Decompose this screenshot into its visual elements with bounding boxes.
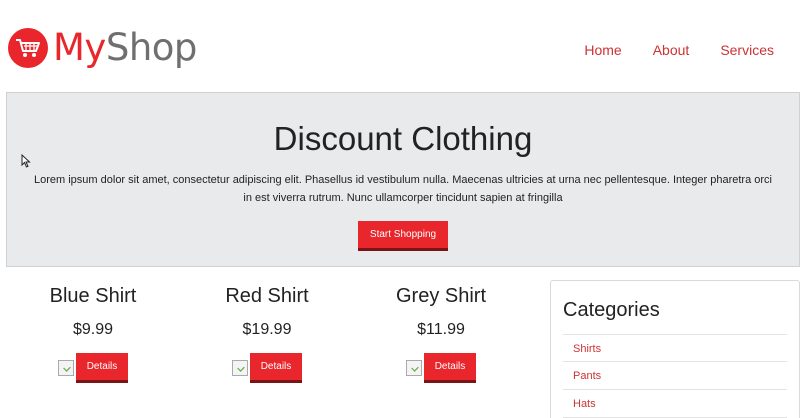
main-nav: Home About Services — [553, 42, 774, 58]
details-button[interactable]: Details — [76, 353, 128, 383]
product-name: Red Shirt — [225, 285, 309, 307]
categories-list: Shirts Pants Hats — [563, 334, 787, 418]
brand-name-shop: Shop — [105, 26, 198, 69]
product-price: $9.99 — [72, 321, 114, 338]
hero-description: Lorem ipsum dolor sit amet, consectetur … — [34, 174, 772, 204]
broken-image-icon — [406, 360, 422, 376]
broken-image-icon — [58, 360, 74, 376]
product-name: Blue Shirt — [49, 285, 137, 307]
site-header: MyShop Home About Services — [0, 0, 808, 92]
product-actions: Details — [361, 353, 521, 383]
shopping-cart-icon — [8, 28, 48, 68]
categories-title: Categories — [563, 299, 660, 321]
brand-name-my: My — [53, 26, 106, 69]
nav-services[interactable]: Services — [720, 42, 774, 58]
category-item-shirts[interactable]: Shirts — [563, 334, 787, 362]
hero-banner: Discount Clothing Lorem ipsum dolor sit … — [6, 92, 800, 267]
category-item-hats[interactable]: Hats — [563, 390, 787, 418]
categories-panel: Categories Shirts Pants Hats — [550, 280, 800, 418]
brand-logo[interactable]: MyShop — [8, 28, 197, 68]
broken-image-icon — [232, 360, 248, 376]
product-card: Grey Shirt $11.99 Details — [361, 284, 521, 383]
product-name: Grey Shirt — [395, 285, 487, 307]
start-shopping-button[interactable]: Start Shopping — [358, 221, 448, 251]
product-price: $19.99 — [242, 321, 292, 338]
nav-home[interactable]: Home — [584, 42, 621, 58]
category-item-pants[interactable]: Pants — [563, 362, 787, 390]
details-button[interactable]: Details — [250, 353, 302, 383]
product-actions: Details — [13, 353, 173, 383]
product-card: Red Shirt $19.99 Details — [187, 284, 347, 383]
mouse-pointer-icon — [21, 154, 31, 168]
details-button[interactable]: Details — [424, 353, 476, 383]
hero-title: Discount Clothing — [273, 120, 533, 157]
product-price: $11.99 — [417, 321, 465, 338]
brand-name: MyShop — [53, 28, 197, 68]
nav-about[interactable]: About — [653, 42, 690, 58]
product-card: Blue Shirt $9.99 Details — [13, 284, 173, 383]
product-actions: Details — [187, 353, 347, 383]
